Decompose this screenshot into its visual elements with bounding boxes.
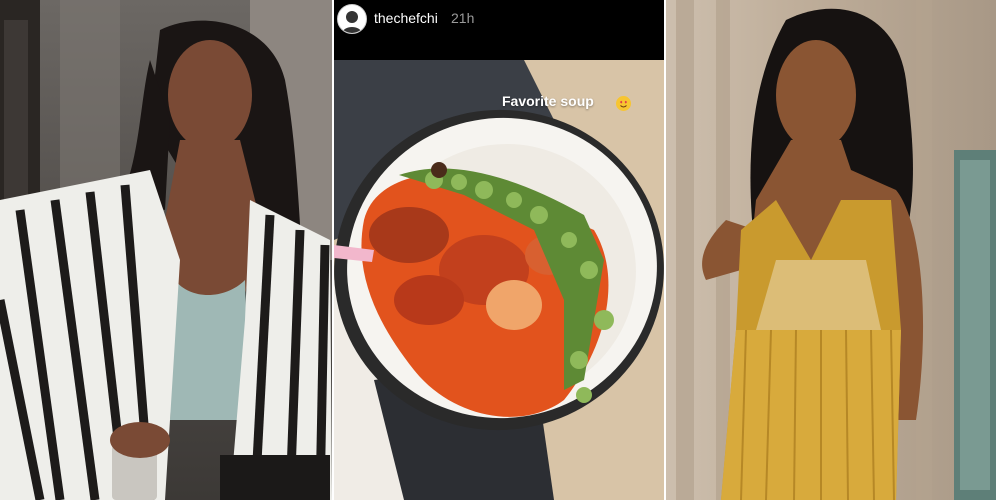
instagram-story-photo: thechefchi 21h Favorite soup [334, 0, 664, 500]
story-caption: Favorite soup [502, 93, 594, 109]
story-header-bar: thechefchi 21h [334, 0, 664, 60]
chef-avatar-icon [342, 11, 362, 33]
story-username[interactable]: thechefchi [374, 10, 438, 26]
right-photo [666, 0, 996, 500]
left-photo [0, 0, 332, 500]
profile-avatar[interactable] [337, 4, 367, 34]
woman-striped-outfit-photo [0, 0, 332, 500]
heart-eyes-emoji-icon [616, 96, 631, 111]
woman-gold-dress-photo [676, 0, 996, 500]
soup-bowl-image [334, 60, 664, 500]
story-timestamp: 21h [451, 10, 475, 26]
